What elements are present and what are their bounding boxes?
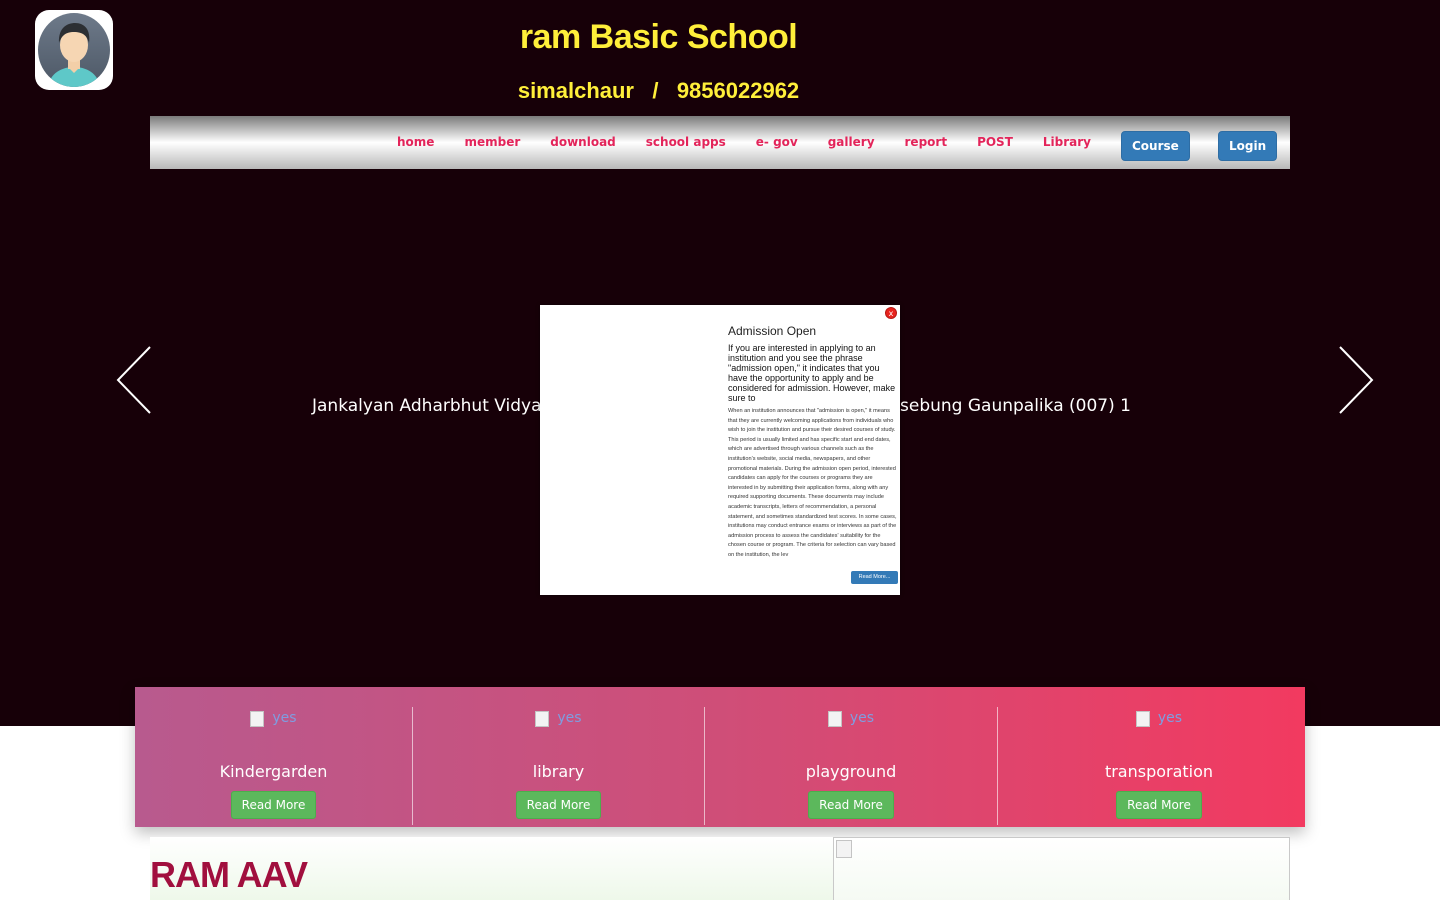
feature-read-more-button[interactable]: Read More bbox=[515, 791, 602, 819]
chevron-right-icon bbox=[1339, 346, 1374, 414]
feature-kindergarden: yes Kindergarden Read More bbox=[135, 707, 413, 825]
nav-item-gallery[interactable]: gallery bbox=[828, 135, 875, 149]
feature-title: Kindergarden bbox=[219, 762, 328, 781]
feature-library: yes library Read More bbox=[413, 707, 705, 825]
nav-item-e-gov[interactable]: e- gov bbox=[756, 135, 798, 149]
popup-lead: If you are interested in applying to an … bbox=[728, 343, 896, 403]
popup-title: Admission Open bbox=[728, 324, 817, 338]
broken-image-icon bbox=[827, 711, 842, 727]
login-button[interactable]: Login bbox=[1218, 131, 1278, 161]
admission-popup: x Admission Open If you are interested i… bbox=[540, 305, 900, 595]
feature-image-alt: yes bbox=[557, 710, 582, 726]
feature-image: yes bbox=[1135, 710, 1183, 727]
nav-item-library[interactable]: Library bbox=[1043, 135, 1091, 149]
feature-title: playground bbox=[805, 762, 897, 781]
feature-read-more-button[interactable]: Read More bbox=[1116, 791, 1202, 819]
popup-body: When an institution announces that "admi… bbox=[728, 408, 897, 558]
slider-next-button[interactable] bbox=[1338, 345, 1374, 415]
features-strip: yes Kindergarden Read More yes library R… bbox=[135, 687, 1305, 827]
slide-caption-left: Jankalyan Adharbhut Vidya bbox=[312, 396, 542, 416]
nav-item-home[interactable]: home bbox=[397, 135, 434, 149]
feature-image: yes bbox=[827, 710, 875, 727]
site-location: simalchaur bbox=[517, 78, 634, 103]
nav-item-post[interactable]: POST bbox=[977, 135, 1013, 149]
nav-item-report[interactable]: report bbox=[905, 135, 948, 149]
chevron-left-icon bbox=[116, 346, 151, 414]
feature-read-more-button[interactable]: Read More bbox=[808, 791, 894, 819]
nav-item-member[interactable]: member bbox=[464, 135, 520, 149]
feature-title: library bbox=[532, 762, 585, 781]
popup-read-more-button[interactable]: Read More... bbox=[851, 571, 898, 584]
broken-image-icon bbox=[535, 711, 550, 727]
feature-read-more-button[interactable]: Read More bbox=[230, 791, 317, 819]
feature-image-alt: yes bbox=[849, 710, 875, 726]
contact-separator: / bbox=[652, 78, 659, 103]
main-navbar: home member download school apps e- gov … bbox=[150, 116, 1290, 169]
slider-prev-button[interactable] bbox=[116, 345, 152, 415]
broken-image-icon bbox=[836, 840, 852, 858]
feature-title: transporation bbox=[1104, 762, 1214, 781]
feature-image: yes bbox=[535, 710, 582, 727]
site-title: ram Basic School bbox=[519, 18, 798, 56]
site-phone: 9856022962 bbox=[676, 78, 800, 103]
close-icon[interactable]: x bbox=[885, 307, 897, 319]
nav-item-download[interactable]: download bbox=[550, 135, 616, 149]
nav-links: home member download school apps e- gov … bbox=[367, 135, 1091, 149]
broken-image-icon bbox=[1135, 711, 1150, 727]
course-button[interactable]: Course bbox=[1121, 131, 1190, 161]
feature-playground: yes playground Read More bbox=[705, 707, 998, 825]
about-image bbox=[833, 837, 1290, 900]
feature-image-alt: yes bbox=[1157, 710, 1183, 726]
site-contact: simalchaur / 9856022962 bbox=[0, 78, 1317, 104]
feature-image-alt: yes bbox=[272, 710, 297, 726]
nav-item-school-apps[interactable]: school apps bbox=[646, 135, 726, 149]
feature-transporation: yes transporation Read More bbox=[998, 707, 1320, 825]
about-title: RAM AAV bbox=[150, 854, 308, 895]
broken-image-icon bbox=[250, 711, 265, 727]
feature-image: yes bbox=[250, 710, 297, 727]
slide-caption-right: sebung Gaunpalika (007) 1 bbox=[900, 396, 1131, 416]
